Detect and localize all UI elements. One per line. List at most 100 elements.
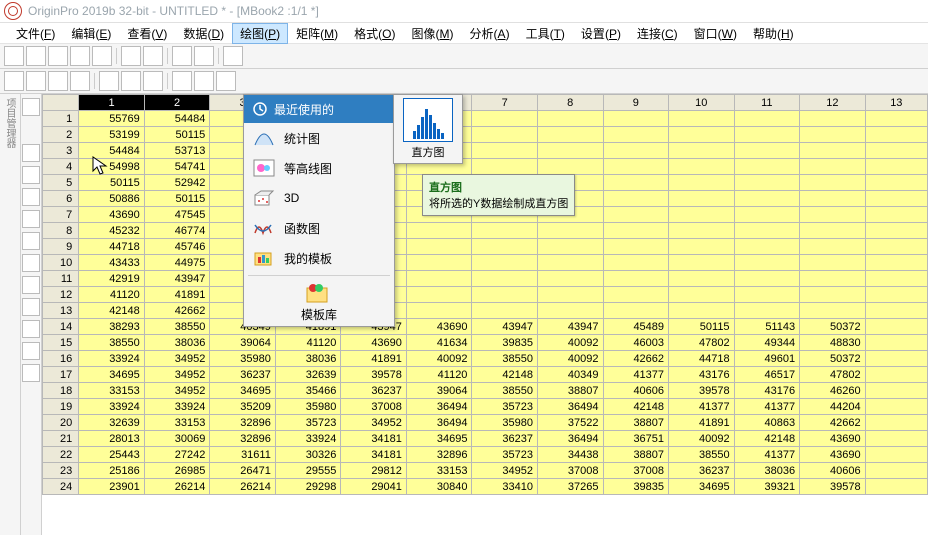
data-cell[interactable]: 39835	[603, 479, 669, 495]
data-cell[interactable]	[865, 175, 927, 191]
data-cell[interactable]	[800, 303, 866, 319]
menu-window[interactable]: 窗口(W)	[686, 23, 745, 44]
data-cell[interactable]: 46003	[603, 335, 669, 351]
data-cell[interactable]: 41377	[734, 447, 800, 463]
data-cell[interactable]	[669, 143, 735, 159]
data-cell[interactable]: 47802	[800, 367, 866, 383]
data-cell[interactable]	[472, 271, 538, 287]
data-cell[interactable]	[800, 127, 866, 143]
data-cell[interactable]: 54484	[144, 111, 210, 127]
tb-save-icon[interactable]	[143, 46, 163, 66]
tb-ws-10-icon[interactable]	[216, 71, 236, 91]
data-cell[interactable]	[669, 303, 735, 319]
data-cell[interactable]: 38293	[79, 319, 145, 335]
data-cell[interactable]	[800, 111, 866, 127]
data-cell[interactable]	[603, 175, 669, 191]
data-cell[interactable]: 34695	[669, 479, 735, 495]
data-cell[interactable]: 40606	[800, 463, 866, 479]
data-cell[interactable]: 38036	[275, 351, 341, 367]
plot-menu-3d[interactable]: 3D	[244, 183, 394, 213]
data-cell[interactable]	[537, 255, 603, 271]
data-cell[interactable]: 46774	[144, 223, 210, 239]
tool-rect-icon[interactable]	[22, 276, 40, 294]
data-cell[interactable]: 32896	[210, 431, 276, 447]
data-cell[interactable]	[669, 271, 735, 287]
data-cell[interactable]: 38807	[603, 447, 669, 463]
data-cell[interactable]	[406, 271, 472, 287]
histogram-thumbnail[interactable]	[403, 98, 453, 142]
data-cell[interactable]: 27242	[144, 447, 210, 463]
data-cell[interactable]: 50115	[144, 191, 210, 207]
data-cell[interactable]: 29041	[341, 479, 407, 495]
data-cell[interactable]	[603, 287, 669, 303]
menu-analysis[interactable]: 分析(A)	[462, 23, 518, 44]
data-cell[interactable]: 34695	[406, 431, 472, 447]
data-cell[interactable]: 43947	[144, 271, 210, 287]
data-cell[interactable]	[865, 111, 927, 127]
data-cell[interactable]: 34952	[144, 383, 210, 399]
tool-pan-icon[interactable]	[22, 166, 40, 184]
data-cell[interactable]	[603, 207, 669, 223]
data-cell[interactable]: 43690	[79, 207, 145, 223]
data-cell[interactable]: 50115	[669, 319, 735, 335]
data-cell[interactable]	[800, 175, 866, 191]
data-cell[interactable]: 48830	[800, 335, 866, 351]
matrix-sheet[interactable]: 1234567891011121315576954484253199501153…	[42, 94, 928, 535]
data-cell[interactable]: 42662	[603, 351, 669, 367]
data-cell[interactable]	[734, 207, 800, 223]
data-cell[interactable]	[865, 479, 927, 495]
data-cell[interactable]: 29555	[275, 463, 341, 479]
data-cell[interactable]	[800, 239, 866, 255]
plot-menu-contour[interactable]: 等高线图	[244, 153, 394, 183]
tool-line-icon[interactable]	[22, 254, 40, 272]
data-cell[interactable]: 35723	[472, 447, 538, 463]
row-header[interactable]: 4	[43, 159, 79, 175]
data-cell[interactable]	[865, 271, 927, 287]
data-cell[interactable]: 26471	[210, 463, 276, 479]
data-cell[interactable]: 42148	[79, 303, 145, 319]
row-header[interactable]: 3	[43, 143, 79, 159]
data-cell[interactable]: 34181	[341, 447, 407, 463]
tb-ws-5-icon[interactable]	[99, 71, 119, 91]
tool-arrow-icon[interactable]	[22, 232, 40, 250]
data-cell[interactable]	[800, 255, 866, 271]
data-cell[interactable]: 37522	[537, 415, 603, 431]
data-cell[interactable]	[865, 351, 927, 367]
data-cell[interactable]: 41377	[603, 367, 669, 383]
data-cell[interactable]: 40606	[603, 383, 669, 399]
data-cell[interactable]: 34438	[537, 447, 603, 463]
col-header[interactable]: 2	[144, 95, 210, 111]
data-cell[interactable]	[669, 287, 735, 303]
data-cell[interactable]	[669, 127, 735, 143]
menu-prefs[interactable]: 设置(P)	[573, 23, 629, 44]
data-cell[interactable]: 43690	[406, 319, 472, 335]
data-cell[interactable]	[406, 239, 472, 255]
data-cell[interactable]: 51143	[734, 319, 800, 335]
row-header[interactable]: 23	[43, 463, 79, 479]
data-cell[interactable]	[734, 239, 800, 255]
data-cell[interactable]	[800, 207, 866, 223]
data-cell[interactable]	[865, 239, 927, 255]
data-cell[interactable]: 50372	[800, 351, 866, 367]
data-cell[interactable]: 33153	[79, 383, 145, 399]
data-cell[interactable]: 43176	[734, 383, 800, 399]
data-cell[interactable]	[734, 255, 800, 271]
menu-data[interactable]: 数据(D)	[175, 23, 232, 44]
data-cell[interactable]	[603, 303, 669, 319]
data-cell[interactable]	[537, 287, 603, 303]
data-cell[interactable]	[669, 175, 735, 191]
row-header[interactable]: 20	[43, 415, 79, 431]
col-header[interactable]: 8	[537, 95, 603, 111]
data-cell[interactable]: 33153	[406, 463, 472, 479]
data-cell[interactable]	[734, 143, 800, 159]
data-cell[interactable]: 33924	[79, 399, 145, 415]
data-cell[interactable]: 40092	[669, 431, 735, 447]
tb-ws-2-icon[interactable]	[26, 71, 46, 91]
data-cell[interactable]: 45489	[603, 319, 669, 335]
data-cell[interactable]	[472, 255, 538, 271]
row-header[interactable]: 10	[43, 255, 79, 271]
data-cell[interactable]: 46260	[800, 383, 866, 399]
tb-import-icon[interactable]	[172, 46, 192, 66]
data-cell[interactable]: 30326	[275, 447, 341, 463]
col-header[interactable]: 12	[800, 95, 866, 111]
